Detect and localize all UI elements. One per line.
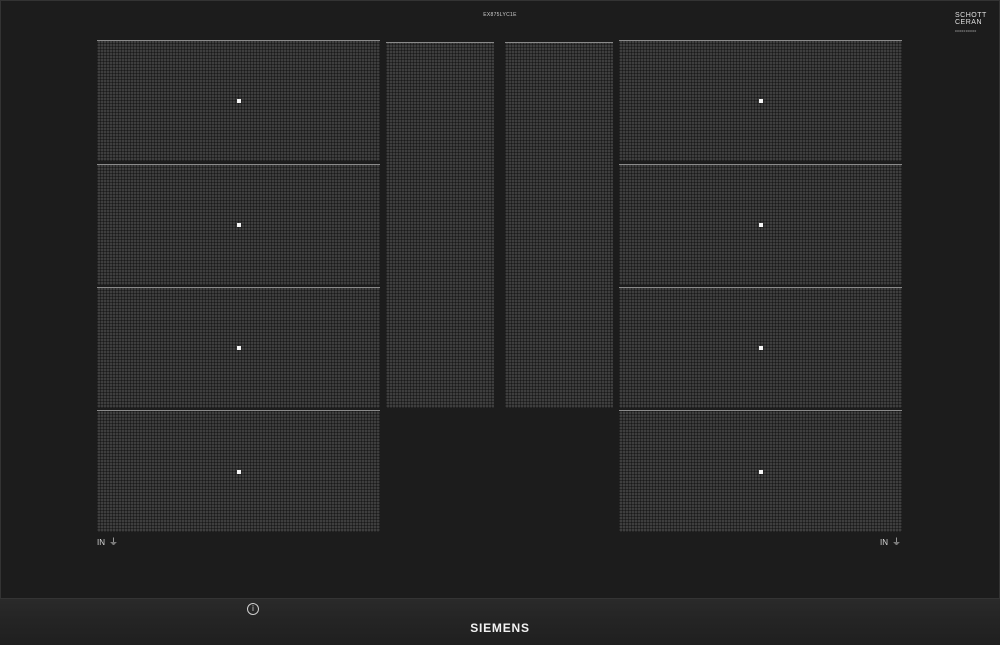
cooking-zone-center-right[interactable]	[505, 42, 613, 408]
schott-logo-line1: SCHOTT	[955, 12, 987, 19]
pot-icon: ⏚	[892, 537, 902, 547]
zone-marker	[236, 469, 241, 474]
cooking-zone-left-3[interactable]	[97, 287, 380, 408]
cooking-zone-right-1[interactable]	[619, 40, 902, 161]
schott-logo-line2: CERAN	[955, 19, 983, 26]
left-zone-label: IN ⏚	[97, 535, 118, 548]
zone-marker	[758, 469, 763, 474]
schott-ceran-logo: SCHOTT CERAN 0000000000	[955, 12, 987, 33]
zone-marker	[236, 346, 241, 350]
zone-marker	[758, 223, 763, 227]
zone-marker	[758, 99, 763, 103]
cooktop: EX875LYC1E SCHOTT CERAN 0000000000 IN ⏚ I…	[0, 0, 1000, 645]
model-number: EX875LYC1E	[483, 12, 517, 18]
zone-marker	[758, 346, 763, 350]
cooking-zone-right-2[interactable]	[619, 164, 902, 285]
cooking-zone-left-1[interactable]	[97, 40, 380, 161]
zone-marker	[236, 99, 241, 103]
left-in-text: IN	[97, 538, 105, 547]
info-icon[interactable]: i	[247, 603, 259, 615]
cooking-zone-right-4[interactable]	[619, 410, 902, 532]
zone-marker	[236, 223, 241, 227]
right-zone-label: IN ⏚	[880, 535, 901, 548]
pot-icon: ⏚	[109, 537, 119, 547]
cooking-zone-right-3[interactable]	[619, 287, 902, 408]
schott-logo-small: 0000000000	[955, 29, 977, 33]
cooking-zone-left-2[interactable]	[97, 164, 380, 285]
right-in-text: IN	[880, 538, 888, 547]
control-panel: i SIEMENS	[0, 598, 1000, 645]
cooking-zone-center-left[interactable]	[386, 42, 494, 408]
brand-logo: SIEMENS	[470, 621, 530, 635]
cooking-zone-left-4[interactable]	[97, 410, 380, 532]
